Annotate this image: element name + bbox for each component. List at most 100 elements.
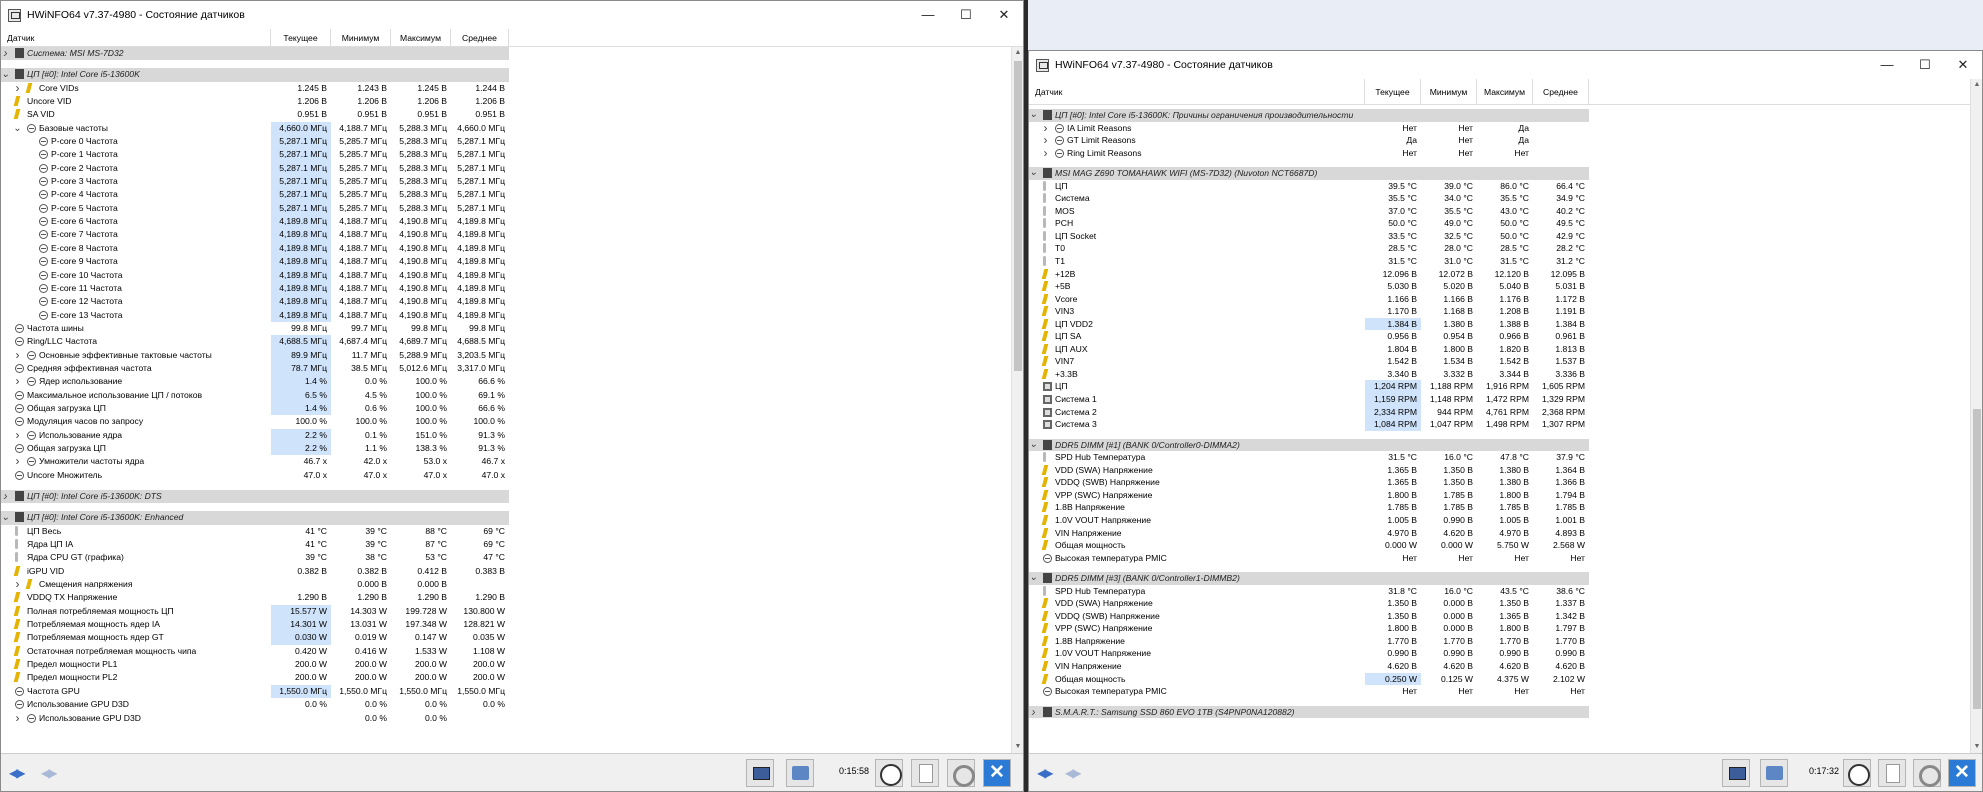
sensor-group-row[interactable]: ⌄ DDR5 DIMM [#3] (BANK 0/Controller1-DIMM… (1029, 572, 1982, 585)
clock-reset-icon[interactable] (1843, 759, 1871, 787)
sensor-row[interactable]: ЦП 1,204 RPM 1,188 RPM 1,916 RPM 1,605 RPM (1029, 380, 1982, 394)
expand-chevron-icon[interactable]: › (1, 47, 10, 60)
sensor-row[interactable]: E-core 10 Частота 4,189.8 МГц 4,188.7 МГц 4… (1, 268, 1023, 282)
sensor-row[interactable]: P-core 3 Частота 5,287.1 МГц 5,285.7 МГц 5,… (1, 175, 1023, 189)
sensor-row[interactable]: › Использование GPU D3D 0.0 % 0.0 % (1, 712, 1023, 725)
sensor-row[interactable]: ⌄ Базовые частоты 4,660.0 МГц 4,188.7 МГц 5,… (1, 121, 1023, 136)
sensor-row[interactable]: Высокая температура PMIC Нет Нет Нет Нет (1029, 685, 1982, 698)
nav-right-icon[interactable]: ◀▶ (41, 766, 58, 780)
sensor-row[interactable]: Vcore 1.166 В 1.166 В 1.176 В 1.172 В (1029, 293, 1982, 306)
minimize-button[interactable]: — (909, 1, 947, 29)
column-max[interactable]: Максимум (391, 29, 451, 47)
vertical-scrollbar[interactable]: ▲ ▼ (1970, 79, 1982, 753)
sensor-row[interactable]: VDD (SWA) Напряжение 1.365 В 1.350 В 1.380 … (1029, 464, 1982, 477)
sensor-row[interactable]: Общая мощность 0.250 W 0.125 W 4.375 W 2.102… (1029, 672, 1982, 686)
sensor-row[interactable]: VDDQ (SWB) Напряжение 1.350 В 0.000 В 1.365… (1029, 610, 1982, 623)
sensor-row[interactable]: Uncore Множитель 47.0 x 47.0 x 47.0 x 47.0 x (1, 469, 1023, 482)
scroll-up-icon[interactable]: ▲ (1012, 47, 1023, 59)
sensor-row[interactable]: SPD Hub Температура 31.8 °C 16.0 °C 43.5 °C… (1029, 585, 1982, 598)
sensor-row[interactable]: › Смещения напряжения 0.000 В 0.000 В (1, 578, 1023, 591)
monitor-icon[interactable] (1722, 759, 1750, 787)
sensor-row[interactable]: Использование GPU D3D 0.0 % 0.0 % 0.0 % 0.0 … (1, 698, 1023, 711)
sensor-row[interactable]: MOS 37.0 °C 35.5 °C 43.0 °C 40.2 °C (1029, 205, 1982, 218)
sensor-row[interactable]: Частота GPU 1,550.0 МГц 1,550.0 МГц 1,550.0… (1, 684, 1023, 699)
sensor-row[interactable]: VIN Напряжение 4.620 В 4.620 В 4.620 В 4.620… (1029, 660, 1982, 673)
column-sensor[interactable]: Датчик (1029, 79, 1365, 105)
sensor-row[interactable]: T0 28.5 °C 28.0 °C 28.5 °C 28.2 °C (1029, 242, 1982, 255)
sensor-row[interactable]: Потребляемая мощность ядер IA 14.301 W 13.… (1, 618, 1023, 632)
column-current[interactable]: Текущее (1365, 79, 1421, 105)
sensor-row[interactable]: Система 1 1,159 RPM 1,148 RPM 1,472 RPM 1,32… (1029, 393, 1982, 406)
sensor-row[interactable]: 1.0V VOUT Напряжение 1.005 В 0.990 В 1.005 … (1029, 514, 1982, 527)
expand-chevron-icon[interactable]: › (1041, 147, 1050, 160)
sensor-row[interactable]: +5В 5.030 В 5.020 В 5.040 В 5.031 В (1029, 280, 1982, 293)
scroll-up-icon[interactable]: ▲ (1971, 79, 1982, 91)
sensor-row[interactable]: VDDQ (SWB) Напряжение 1.365 В 1.350 В 1.380… (1029, 476, 1982, 489)
sensor-row[interactable]: E-core 7 Частота 4,189.8 МГц 4,188.7 МГц 4,… (1, 228, 1023, 242)
scroll-down-icon[interactable]: ▼ (1971, 741, 1982, 753)
expand-chevron-icon[interactable]: › (1029, 706, 1038, 719)
sensor-row[interactable]: Предел мощности PL1 200.0 W 200.0 W 200.0 W… (1, 658, 1023, 671)
sensor-row[interactable]: › Ядер использование 1.4 % 0.0 % 100.0 % 66.6… (1, 375, 1023, 389)
sensor-row[interactable]: Система 3 1,084 RPM 1,047 RPM 1,498 RPM 1,30… (1029, 418, 1982, 431)
sensor-row[interactable]: P-core 2 Частота 5,287.1 МГц 5,285.7 МГц 5,… (1, 161, 1023, 176)
sensor-row[interactable]: Uncore VID 1.206 В 1.206 В 1.206 В 1.206 В (1, 95, 1023, 108)
scroll-thumb[interactable] (1973, 409, 1981, 709)
sensor-row[interactable]: › Умножители частоты ядра 46.7 x 42.0 x 53.0… (1, 455, 1023, 468)
sensor-row[interactable]: Средняя эффективная частота 78.7 МГц 38.5 … (1, 361, 1023, 376)
sensor-group-row[interactable]: ⌄ ЦП [#0]: Intel Core i5-13600K: Enhanced (1, 511, 1023, 525)
maximize-button[interactable]: ☐ (1906, 51, 1944, 79)
sensor-row[interactable]: T1 31.5 °C 31.0 °C 31.5 °C 31.2 °C (1029, 255, 1982, 268)
sensor-row[interactable]: ЦП Весь 41 °C 39 °C 88 °C 69 °C (1, 525, 1023, 538)
sensor-row[interactable]: VIN Напряжение 4.970 В 4.620 В 4.970 В 4.893… (1029, 527, 1982, 540)
sensor-row[interactable]: SPD Hub Температура 31.5 °C 16.0 °C 47.8 °C… (1029, 451, 1982, 464)
column-current[interactable]: Текущее (271, 29, 331, 47)
sensor-group-row[interactable]: › S.M.A.R.T.: Samsung SSD 860 EVO 1TB (S4… (1029, 705, 1982, 719)
vertical-scrollbar[interactable]: ▲ ▼ (1011, 47, 1023, 753)
expand-chevron-icon[interactable]: › (13, 712, 22, 725)
sensor-row[interactable]: VIN3 1.170 В 1.168 В 1.208 В 1.191 В (1029, 305, 1982, 318)
sensor-row[interactable]: › Ring Limit Reasons Нет Нет Нет (1029, 147, 1982, 160)
sensor-row[interactable]: VDDQ TX Напряжение 1.290 В 1.290 В 1.290 В 1… (1, 591, 1023, 604)
sensor-group-row[interactable]: ⌄ ЦП [#0]: Intel Core i5-13600K (1, 68, 1023, 82)
sensor-group-row[interactable]: ⌄ MSI MAG Z690 TOMAHAWK WIFI (MS-7D32) (N… (1029, 167, 1982, 180)
scroll-thumb[interactable] (1014, 61, 1022, 371)
nav-left-icon[interactable]: ◀▶ (1037, 766, 1054, 780)
expand-chevron-icon[interactable]: › (13, 82, 22, 95)
sensor-row[interactable]: 1.8В Напряжение 1.770 В 1.770 В 1.770 В 1.77… (1029, 635, 1982, 648)
monitor-icon[interactable] (746, 759, 774, 787)
sensor-row[interactable]: P-core 0 Частота 5,287.1 МГц 5,285.7 МГц 5,… (1, 135, 1023, 149)
collapse-chevron-icon[interactable]: ⌄ (1029, 439, 1038, 452)
sensor-group-row[interactable]: › Система: MSI MS-7D32 (1, 47, 1023, 61)
collapse-chevron-icon[interactable]: ⌄ (1029, 167, 1038, 180)
sensor-row[interactable]: +3.3В 3.340 В 3.332 В 3.344 В 3.336 В (1029, 368, 1982, 381)
expand-chevron-icon[interactable]: › (1041, 122, 1050, 135)
collapse-chevron-icon[interactable]: ⌄ (1, 511, 10, 524)
sensor-row[interactable]: › Использование ядра 2.2 % 0.1 % 151.0 % 91.3… (1, 428, 1023, 442)
sensor-group-row[interactable]: ⌄ DDR5 DIMM [#1] (BANK 0/Controller0-DIMM… (1029, 438, 1982, 452)
expand-chevron-icon[interactable]: › (13, 349, 22, 362)
expand-chevron-icon[interactable]: › (13, 429, 22, 442)
sensor-row[interactable]: Ring/LLC Частота 4,688.5 МГц 4,687.4 МГц 4,… (1, 335, 1023, 349)
sensor-row[interactable]: Система 2 2,334 RPM 944 RPM 4,761 RPM 2,368 … (1029, 405, 1982, 419)
maximize-button[interactable]: ☐ (947, 1, 985, 29)
log-file-icon[interactable] (911, 759, 939, 787)
close-window-button[interactable]: ✕ (985, 1, 1023, 29)
sensor-row[interactable]: Ядра CPU GT (графика) 39 °C 38 °C 53 °C 47 °… (1, 551, 1023, 564)
sensor-row[interactable]: iGPU VID 0.382 В 0.382 В 0.412 В 0.383 В (1, 565, 1023, 578)
close-window-button[interactable]: ✕ (1944, 51, 1982, 79)
sensor-row[interactable]: E-core 11 Частота 4,189.8 МГц 4,188.7 МГц 4… (1, 281, 1023, 296)
sensor-row[interactable]: VDD (SWA) Напряжение 1.350 В 0.000 В 1.350 … (1029, 597, 1982, 610)
sensor-row[interactable]: Потребляемая мощность ядер GT 0.030 W 0.01… (1, 631, 1023, 645)
sensor-row[interactable]: ЦП SA 0.956 В 0.954 В 0.966 В 0.961 В (1029, 330, 1982, 343)
sensor-row[interactable]: E-core 9 Частота 4,189.8 МГц 4,188.7 МГц 4,… (1, 255, 1023, 269)
sensor-row[interactable]: VIN7 1.542 В 1.534 В 1.542 В 1.537 В (1029, 355, 1982, 368)
expand-chevron-icon[interactable]: › (13, 455, 22, 468)
expand-chevron-icon[interactable]: › (13, 578, 22, 591)
sensor-row[interactable]: ЦП VDD2 1.384 В 1.380 В 1.388 В 1.384 В (1029, 317, 1982, 331)
close-icon[interactable]: ✕ (983, 759, 1011, 787)
expand-chevron-icon[interactable]: › (13, 375, 22, 388)
sensor-row[interactable]: E-core 13 Частота 4,189.8 МГц 4,188.7 МГц 4… (1, 308, 1023, 322)
sensor-row[interactable]: ЦП Socket 33.5 °C 32.5 °C 50.0 °C 42.9 °C (1029, 230, 1982, 243)
sensor-row[interactable]: Общая мощность 0.000 W 0.000 W 5.750 W 2.568… (1029, 539, 1982, 552)
